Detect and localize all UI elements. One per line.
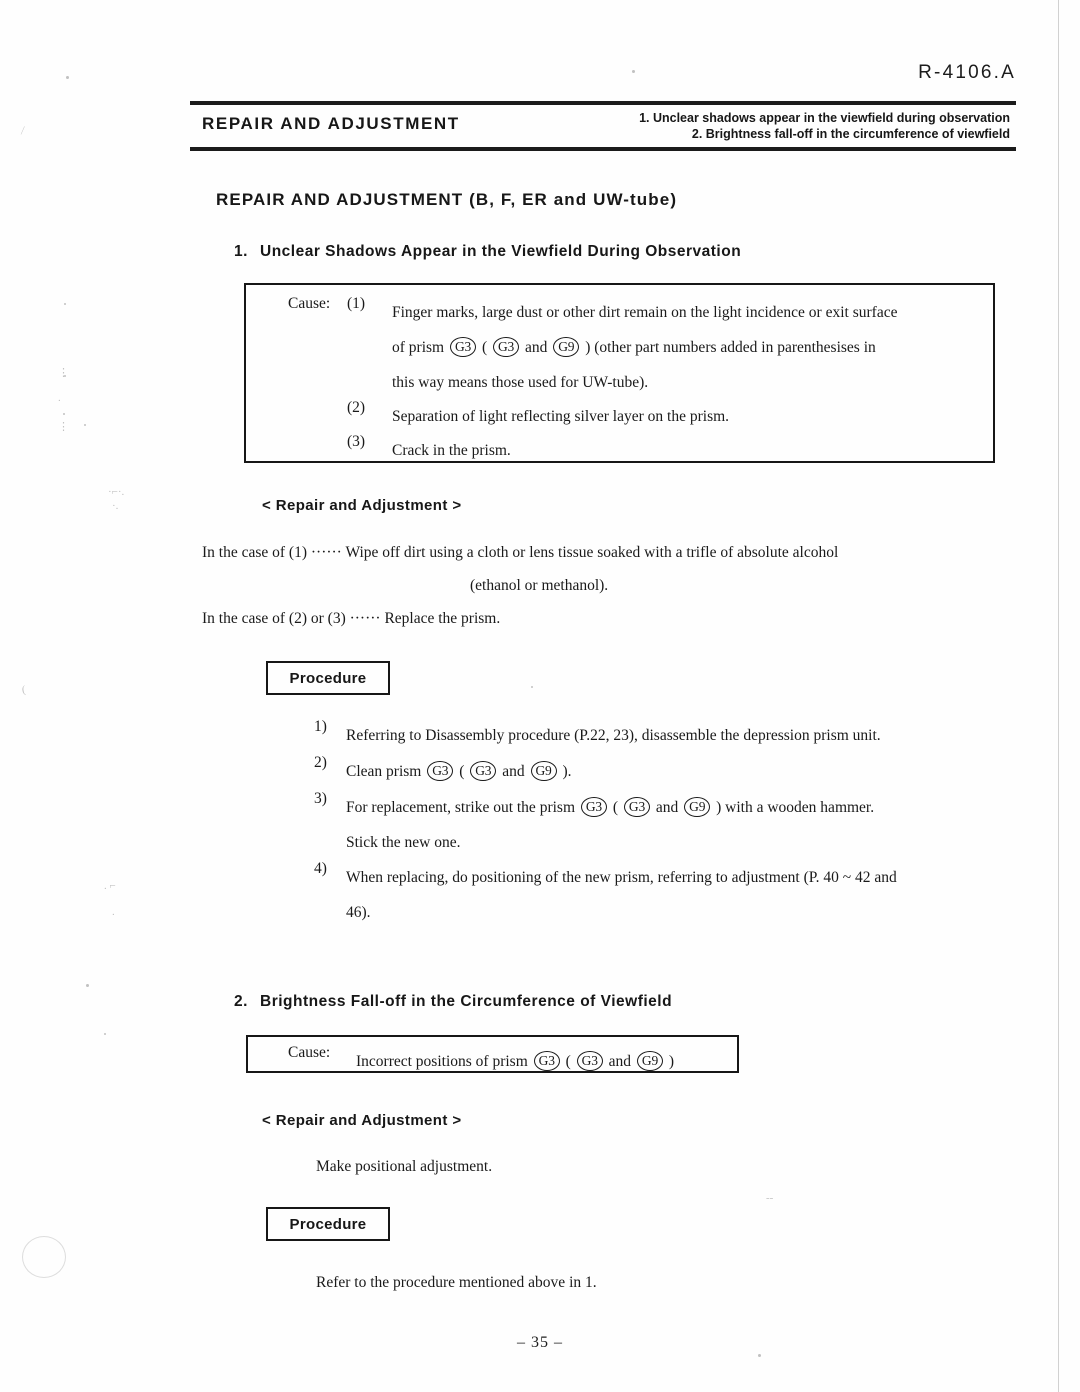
scan-smudge: -- xyxy=(766,1192,774,1204)
scan-smudge: . ⌐ xyxy=(104,880,116,892)
scan-speck xyxy=(86,984,89,987)
procedure-step-1-text: Referring to Disassembly procedure (P.22… xyxy=(346,727,881,744)
scan-speck xyxy=(104,1033,106,1035)
part-code-g3: G3 xyxy=(449,337,477,357)
cause-2-mid-2: and xyxy=(608,1053,632,1070)
procedure-step-2-text: Clean prism G3 ( G3 and G9 ). xyxy=(346,754,572,789)
section-1-repair-heading: < Repair and Adjustment > xyxy=(262,497,462,514)
section-1-heading: 1. Unclear Shadows Appear in the Viewfiel… xyxy=(234,243,741,261)
scanned-page: ⁄ ( ·⌐·. ·. ⋮ . ⋮ . ⌐ . -- R-4106.A REPA… xyxy=(0,0,1080,1392)
part-code-g9: G9 xyxy=(530,761,557,781)
procedure-step-marker-2: 2) xyxy=(314,754,327,771)
step-2-mid-1: ( xyxy=(459,763,465,780)
section-2-procedure-label: Procedure xyxy=(289,1215,367,1233)
cause-item-1-l2-text-b: ( xyxy=(481,339,488,356)
procedure-step-3-text: For replacement, strike out the prism G3… xyxy=(346,790,874,825)
section-1-repair-line-3: In the case of (2) or (3) ······ Replace… xyxy=(202,610,501,627)
part-code-g3-alt: G3 xyxy=(576,1051,603,1071)
procedure-step-3-line-2: Stick the new one. xyxy=(346,834,461,851)
document-code: R-4106.A xyxy=(918,62,1016,83)
header-topic-2: 2. Brightness fall-off in the circumfere… xyxy=(691,127,1010,141)
cause-item-1-line-1: Finger marks, large dust or other dirt r… xyxy=(392,304,898,321)
scan-smudge: ⋮ xyxy=(58,367,69,379)
procedure-step-marker-4: 4) xyxy=(314,860,327,877)
part-code-g9: G9 xyxy=(553,337,580,357)
header-section-title: REPAIR AND ADJUSTMENT xyxy=(202,114,460,133)
section-1-number: 1. xyxy=(234,243,248,260)
procedure-step-4-text: When replacing, do positioning of the ne… xyxy=(346,869,897,886)
scan-line-artifact xyxy=(1058,0,1059,1392)
section-1-procedure-label: Procedure xyxy=(289,669,367,687)
procedure-step-4-line-2: 46). xyxy=(346,904,371,921)
page-title: REPAIR AND ADJUSTMENT (B, F, ER and UW-t… xyxy=(216,190,678,209)
cause-label-1: Cause: xyxy=(288,295,331,312)
scan-smudge: ⋮ xyxy=(58,421,69,433)
section-2-procedure-box: Procedure xyxy=(266,1207,390,1241)
cause-item-1-l2-text-d: ) (other part numbers added in parenthes… xyxy=(585,339,876,356)
step-2-mid-2: and xyxy=(502,763,525,780)
part-code-g9: G9 xyxy=(684,797,711,817)
scan-ring-artifact xyxy=(22,1236,66,1278)
cause-2-tail: ) xyxy=(668,1053,675,1070)
cause-item-1-l2-text-a: of prism xyxy=(392,339,445,356)
cause-item-marker-2: (2) xyxy=(347,399,366,416)
header-topic-list: 1. Unclear shadows appear in the viewfie… xyxy=(639,110,1010,142)
step-3-mid-2: and xyxy=(655,799,679,816)
section-1-procedure-box: Procedure xyxy=(266,661,390,695)
section-1-repair-line-1: In the case of (1) ······ Wipe off dirt … xyxy=(202,544,839,561)
section-2-number: 2. xyxy=(234,993,248,1010)
scan-speck xyxy=(84,424,86,426)
cause-item-2-line-1: Separation of light reflecting silver la… xyxy=(392,408,730,425)
cause-2-text-a: Incorrect positions of prism xyxy=(356,1053,528,1070)
part-code-g9: G9 xyxy=(636,1051,664,1071)
cause-item-3-line-1: Crack in the prism. xyxy=(392,442,511,459)
step-2-text-a: Clean prism xyxy=(346,763,422,780)
header-rule-bottom xyxy=(190,147,1016,151)
scan-smudge: ⁄ xyxy=(20,124,26,138)
step-3-tail: ) with a wooden hammer. xyxy=(716,799,875,816)
cause-label-2: Cause: xyxy=(288,1044,331,1061)
scan-smudge: ( xyxy=(21,683,27,697)
cause-2-mid-1: ( xyxy=(565,1053,571,1070)
section-1-title: Unclear Shadows Appear in the Viewfield … xyxy=(260,243,742,260)
procedure-step-marker-1: 1) xyxy=(314,718,327,735)
section-1-repair-line-2: (ethanol or methanol). xyxy=(470,577,609,594)
part-code-g3: G3 xyxy=(427,761,454,781)
cause-item-1-line-2: of prism G3 ( G3 and G9 ) (other part nu… xyxy=(392,330,876,365)
cause-item-marker-1: (1) xyxy=(347,295,366,312)
part-code-g3: G3 xyxy=(533,1051,560,1071)
page-number: – 35 – xyxy=(517,1334,563,1351)
section-2-title: Brightness Fall-off in the Circumference… xyxy=(260,993,673,1010)
scan-speck xyxy=(758,1354,761,1357)
scan-smudge: . xyxy=(112,906,115,918)
part-code-g3-alt: G3 xyxy=(493,337,520,357)
scan-speck xyxy=(66,76,69,79)
section-2-heading: 2. Brightness Fall-off in the Circumferen… xyxy=(234,993,672,1011)
header-topic-1: 1. Unclear shadows appear in the viewfie… xyxy=(639,111,1010,125)
section-2-cause-text: Incorrect positions of prism G3 ( G3 and… xyxy=(356,1044,674,1079)
step-3-text-a: For replacement, strike out the prism xyxy=(346,799,575,816)
part-code-g3: G3 xyxy=(580,797,607,817)
procedure-step-marker-3: 3) xyxy=(314,790,327,807)
section-2-repair-heading: < Repair and Adjustment > xyxy=(262,1112,462,1129)
scan-speck xyxy=(531,686,533,688)
scan-speck xyxy=(63,413,65,415)
cause-item-1-line-3: this way means those used for UW-tube). xyxy=(392,374,649,391)
header-rule-top xyxy=(190,101,1016,105)
part-code-g3-alt: G3 xyxy=(623,797,651,817)
scan-smudge: ·⌐·. xyxy=(108,486,125,498)
step-2-tail: ). xyxy=(562,763,572,780)
section-2-procedure-text: Refer to the procedure mentioned above i… xyxy=(316,1274,597,1291)
scan-speck xyxy=(632,70,635,73)
part-code-g3-alt: G3 xyxy=(470,761,497,781)
step-3-mid-1: ( xyxy=(612,799,619,816)
scan-smudge: . xyxy=(58,392,61,404)
section-2-repair-text: Make positional adjustment. xyxy=(316,1158,493,1175)
scan-smudge: ·. xyxy=(112,500,119,512)
cause-item-1-l2-text-c: and xyxy=(524,339,548,356)
cause-item-marker-3: (3) xyxy=(347,433,366,450)
scan-speck xyxy=(64,303,66,305)
